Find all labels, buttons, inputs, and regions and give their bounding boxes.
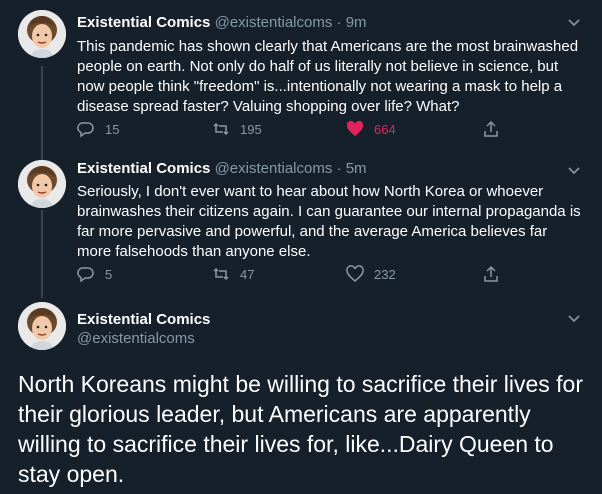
- chevron-down-icon[interactable]: [566, 162, 582, 178]
- main-tweet-header: Existential Comics @existentialcoms: [77, 311, 210, 347]
- retweet-count: 195: [240, 121, 262, 137]
- author-handle[interactable]: @existentialcoms: [215, 14, 333, 31]
- reply-button[interactable]: 5: [77, 265, 112, 283]
- share-icon: [484, 120, 498, 137]
- tweet-actions: 15 195 664: [77, 120, 507, 140]
- author-name[interactable]: Existential Comics: [77, 14, 210, 31]
- retweet-icon: [213, 122, 229, 136]
- author-handle[interactable]: @existentialcoms: [215, 160, 333, 177]
- tweet-text: This pandemic has shown clearly that Ame…: [77, 38, 579, 115]
- reply-count: 5: [105, 266, 113, 282]
- main-tweet-text: North Koreans might be willing to sacrif…: [18, 371, 584, 487]
- timestamp[interactable]: 9m: [346, 14, 367, 31]
- share-button[interactable]: [482, 265, 500, 283]
- reply-icon: [77, 267, 94, 283]
- share-icon: [484, 265, 498, 282]
- thread-line: [41, 66, 43, 163]
- avatar[interactable]: [18, 302, 66, 350]
- share-button[interactable]: [482, 120, 500, 138]
- tweet-actions: 5 47 232: [77, 265, 507, 285]
- heart-icon: [346, 120, 364, 136]
- avatar[interactable]: [18, 10, 66, 58]
- tweet-text: Seriously, I don't ever want to hear abo…: [77, 183, 581, 260]
- avatar[interactable]: [18, 160, 66, 208]
- reply-count: 15: [105, 121, 120, 137]
- chevron-down-icon[interactable]: [566, 14, 582, 30]
- author-name[interactable]: Existential Comics: [77, 160, 210, 177]
- chevron-down-icon[interactable]: [566, 310, 582, 326]
- reply-button[interactable]: 15: [77, 120, 119, 138]
- retweet-icon: [213, 267, 229, 281]
- retweet-button[interactable]: 195: [212, 120, 262, 138]
- like-count: 232: [374, 266, 396, 282]
- like-button[interactable]: 664: [346, 120, 396, 138]
- separator-dot: ·: [336, 14, 342, 31]
- timestamp[interactable]: 5m: [346, 160, 367, 177]
- retweet-button[interactable]: 47: [212, 265, 254, 283]
- author-name[interactable]: Existential Comics: [77, 311, 210, 328]
- separator-dot: ·: [336, 160, 342, 177]
- like-count: 664: [374, 121, 396, 137]
- like-button[interactable]: 232: [346, 265, 396, 283]
- author-handle[interactable]: @existentialcoms: [77, 330, 210, 347]
- heart-icon: [346, 265, 364, 282]
- thread-line: [41, 210, 43, 298]
- tweet-header: Existential Comics @existentialcoms · 9m: [77, 14, 367, 31]
- tweet-header: Existential Comics @existentialcoms · 5m: [77, 160, 367, 177]
- retweet-count: 47: [240, 266, 255, 282]
- reply-icon: [77, 122, 94, 138]
